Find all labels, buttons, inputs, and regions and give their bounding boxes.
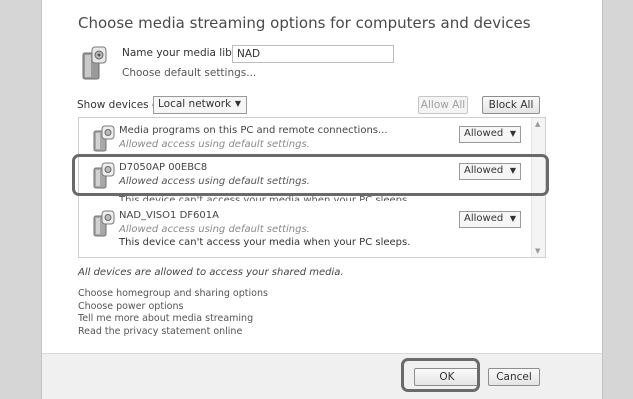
device-permission-value: Allowed [464, 213, 504, 224]
ok-button-highlight-frame [401, 358, 480, 392]
device-status: Allowed access using default settings. [119, 224, 310, 235]
device-permission-dropdown[interactable]: Allowed ▼ [459, 211, 521, 228]
show-devices-selected: Local network [158, 98, 232, 110]
device-permission-value: Allowed [464, 128, 504, 139]
scroll-down-icon[interactable]: ▼ [535, 247, 540, 255]
device-sleep-note: This device can't access your media when… [119, 237, 411, 248]
device-highlight-frame [72, 154, 549, 196]
device-name: NAD_VISO1 DF601A [119, 210, 219, 221]
chevron-down-icon: ▼ [509, 129, 516, 138]
library-name-field[interactable] [232, 45, 394, 63]
chevron-down-icon: ▼ [234, 99, 241, 108]
page-title: Choose media streaming options for compu… [78, 14, 531, 32]
clipped-sleep-note: This device can't access your media when… [119, 196, 410, 201]
cancel-button[interactable]: Cancel [488, 368, 540, 386]
device-status: Allowed access using default settings. [119, 139, 310, 150]
default-settings-link[interactable]: Choose default settings... [122, 67, 256, 79]
media-streaming-window: Choose media streaming options for compu… [41, 0, 603, 399]
privacy-statement-link[interactable]: Read the privacy statement online [78, 326, 268, 339]
homegroup-link[interactable]: Choose homegroup and sharing options [78, 288, 268, 301]
media-device-icon [93, 125, 115, 152]
chevron-down-icon: ▼ [509, 214, 516, 223]
media-library-icon [82, 46, 107, 80]
media-device-icon [93, 210, 115, 237]
all-devices-note: All devices are allowed to access your s… [78, 267, 344, 278]
device-item[interactable]: NAD_VISO1 DF601A Allowed access using de… [79, 207, 531, 255]
device-name: Media programs on this PC and remote con… [119, 125, 388, 136]
dialog-footer: OK Cancel [42, 353, 602, 399]
block-all-button[interactable]: Block All [482, 96, 540, 114]
media-streaming-info-link[interactable]: Tell me more about media streaming [78, 313, 268, 326]
device-permission-dropdown[interactable]: Allowed ▼ [459, 126, 521, 143]
power-options-link[interactable]: Choose power options [78, 301, 268, 314]
allow-all-button[interactable]: Allow All [418, 96, 468, 114]
help-links: Choose homegroup and sharing options Cho… [78, 288, 268, 338]
show-devices-dropdown[interactable]: Local network ▼ [153, 96, 247, 114]
scroll-up-icon[interactable]: ▲ [535, 120, 540, 128]
